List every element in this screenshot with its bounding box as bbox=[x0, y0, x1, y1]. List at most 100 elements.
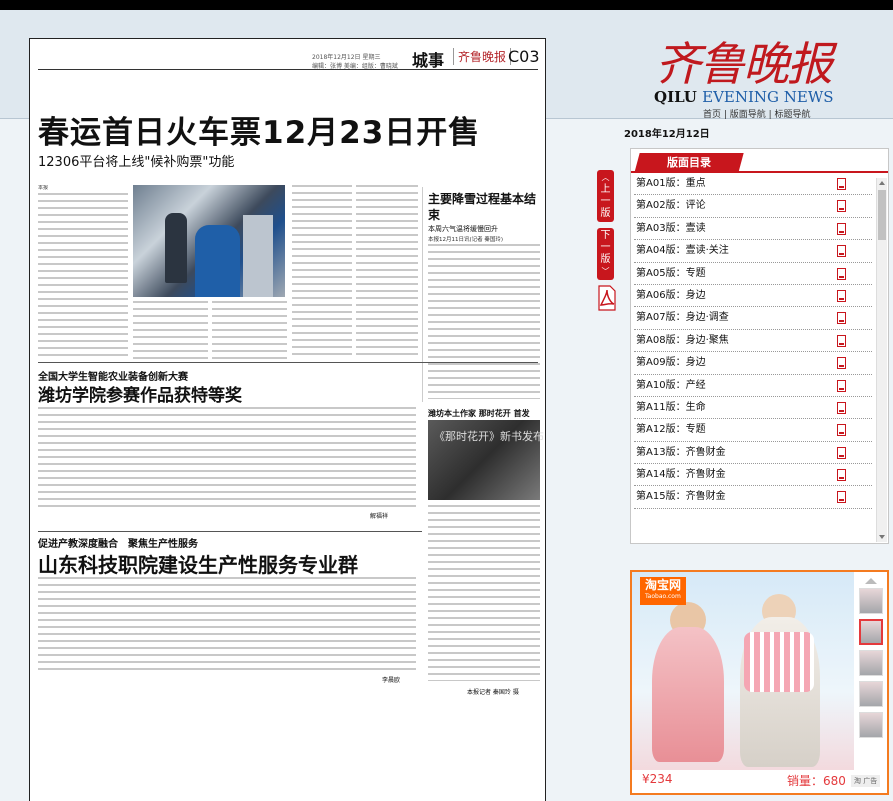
paper-logo-small: 齐鲁晚报 bbox=[453, 48, 512, 65]
story3-body[interactable] bbox=[38, 577, 416, 673]
ad-thumbnail[interactable] bbox=[859, 588, 883, 614]
page-link[interactable]: 第A09版：身边 bbox=[636, 352, 706, 374]
main-headline[interactable]: 春运首日火车票12月23日开售 bbox=[38, 107, 480, 152]
page-number: C03 bbox=[508, 47, 540, 66]
story3-signature: 李晨欧 bbox=[382, 677, 401, 684]
page-link[interactable]: 第A12版：专题 bbox=[636, 419, 706, 441]
section-rule bbox=[38, 531, 422, 532]
pdf-icon[interactable] bbox=[837, 401, 846, 414]
pdf-icon[interactable] bbox=[837, 200, 846, 213]
page-link[interactable]: 第A07版：身边·调查 bbox=[636, 307, 729, 329]
page-list-item[interactable]: 第A10版：产经 bbox=[634, 375, 872, 397]
page-directory: 版面目录 第A01版：重点 第A02版：评论 第A03版：壹读 第A04版：壹读… bbox=[630, 148, 889, 544]
newspaper-page[interactable]: 2018年12月12日 星期三 编辑：张博 美编：组版：曹晓斌 城事 齐鲁晚报 … bbox=[29, 38, 546, 801]
page-list-item[interactable]: 第A15版：齐鲁财金 bbox=[634, 486, 872, 509]
page-list-item[interactable]: 第A14版：齐鲁财金 bbox=[634, 464, 872, 487]
scroll-thumb[interactable] bbox=[878, 190, 886, 240]
page-list-item[interactable]: 第A09版：身边 bbox=[634, 352, 872, 375]
story2-signature: 解福祥 bbox=[370, 513, 389, 520]
ad-thumbnail[interactable] bbox=[859, 650, 883, 676]
story1-body-col1[interactable] bbox=[38, 193, 128, 359]
taobao-ad[interactable]: 淘宝网 Taobao.com ¥234 销量：680 bbox=[630, 570, 889, 795]
page-list-item[interactable]: 第A06版：身边 bbox=[634, 285, 872, 308]
photo-caption: 《那时花开》新书发布 bbox=[434, 430, 544, 443]
pdf-icon[interactable] bbox=[837, 379, 846, 392]
page-list-item[interactable]: 第A08版：身边·聚焦 bbox=[634, 330, 872, 353]
next-page-button[interactable]: 下一版 ﹀ bbox=[597, 228, 614, 280]
page-list-item[interactable]: 第A11版：生命 bbox=[634, 397, 872, 420]
side-story2-title[interactable]: 潍坊本土作家 那时花开 首发 bbox=[428, 408, 543, 419]
page-list-item[interactable]: 第A13版：齐鲁财金 bbox=[634, 442, 872, 465]
browser-top-bar bbox=[0, 0, 893, 10]
pdf-icon[interactable] bbox=[837, 312, 846, 325]
pdf-icon[interactable] bbox=[837, 245, 846, 258]
page-list-item[interactable]: 第A03版：壹读 bbox=[634, 218, 872, 241]
logo-en-evening: EVENING NEWS bbox=[702, 88, 834, 106]
story1-body-col2[interactable] bbox=[133, 301, 208, 359]
scroll-up-arrow-icon[interactable] bbox=[879, 181, 885, 185]
pdf-icon[interactable] bbox=[837, 446, 846, 459]
story2-headline[interactable]: 潍坊学院参赛作品获特等奖 bbox=[38, 381, 242, 406]
pdf-icon[interactable] bbox=[837, 178, 846, 190]
story3-headline[interactable]: 山东科技职院建设生产性服务专业群 bbox=[38, 549, 358, 578]
chevron-down-icon: ﹀ bbox=[601, 267, 610, 276]
ad-model-pink-coat bbox=[652, 627, 724, 762]
page-link[interactable]: 第A02版：评论 bbox=[636, 195, 706, 217]
pdf-icon[interactable] bbox=[837, 424, 846, 437]
prev-page-button[interactable]: ︿ 上一版 bbox=[597, 170, 614, 222]
next-page-label: 下一版 bbox=[600, 230, 611, 265]
page-list-item[interactable]: 第A12版：专题 bbox=[634, 419, 872, 442]
top-nav-links[interactable]: 首页 | 版面导航 | 标题导航 bbox=[703, 107, 811, 120]
story1-body-col5[interactable] bbox=[356, 185, 418, 359]
side-story-body[interactable] bbox=[428, 244, 540, 399]
page-list-item[interactable]: 第A01版：重点 bbox=[634, 173, 872, 196]
side-story-title[interactable]: 主要降雪过程基本结束 bbox=[428, 191, 538, 223]
section-name: 城事 bbox=[412, 51, 445, 70]
side-story-subtitle: 本周六气温将缓慢回升 bbox=[428, 225, 498, 233]
page-list-item[interactable]: 第A02版：评论 bbox=[634, 195, 872, 218]
site-logo-english: QILU EVENING NEWS bbox=[654, 88, 834, 106]
book-launch-photo[interactable]: 《那时花开》新书发布 bbox=[428, 420, 544, 500]
directory-tab[interactable]: 版面目录 bbox=[634, 153, 744, 173]
train-station-photo[interactable] bbox=[133, 185, 285, 297]
page-link[interactable]: 第A10版：产经 bbox=[636, 375, 706, 397]
pdf-icon[interactable] bbox=[837, 357, 846, 370]
ad-thumbnail[interactable] bbox=[859, 681, 883, 707]
page-link[interactable]: 第A14版：齐鲁财金 bbox=[636, 464, 726, 486]
chevron-up-icon[interactable] bbox=[865, 578, 877, 584]
page-link[interactable]: 第A03版：壹读 bbox=[636, 218, 706, 240]
pdf-download-icon[interactable] bbox=[597, 285, 617, 311]
story1-body-col4[interactable] bbox=[292, 185, 352, 359]
ad-thumbnail-strip bbox=[856, 578, 886, 774]
story1-lead: 本报12月11日讯 记者 王琳 bbox=[38, 185, 49, 191]
page-link[interactable]: 第A15版：齐鲁财金 bbox=[636, 486, 726, 508]
page-link[interactable]: 第A13版：齐鲁财金 bbox=[636, 442, 726, 464]
page-link[interactable]: 第A01版：重点 bbox=[636, 173, 706, 195]
column-rule bbox=[422, 187, 423, 402]
ad-thumbnail-selected[interactable] bbox=[859, 619, 883, 645]
page-list-item[interactable]: 第A05版：专题 bbox=[634, 263, 872, 285]
ad-thumbnail[interactable] bbox=[859, 712, 883, 738]
page-link[interactable]: 第A05版：专题 bbox=[636, 263, 706, 285]
page-list-item[interactable]: 第A04版：壹读·关注 bbox=[634, 240, 872, 263]
pdf-icon[interactable] bbox=[837, 469, 846, 482]
sub-headline[interactable]: 12306平台将上线"候补购票"功能 bbox=[38, 151, 234, 170]
pdf-icon[interactable] bbox=[837, 289, 846, 302]
site-logo[interactable]: 齐鲁晚报 bbox=[655, 28, 833, 94]
pdf-icon[interactable] bbox=[837, 334, 846, 347]
ad-sales: 销量：680 bbox=[787, 774, 846, 788]
page-link[interactable]: 第A11版：生命 bbox=[636, 397, 706, 419]
side-story2-body[interactable] bbox=[428, 505, 540, 681]
scroll-down-arrow-icon[interactable] bbox=[879, 535, 885, 539]
pdf-icon[interactable] bbox=[837, 222, 846, 235]
ad-image[interactable]: 淘宝网 Taobao.com bbox=[632, 572, 854, 772]
page-list-item[interactable]: 第A07版：身边·调查 bbox=[634, 307, 872, 330]
page-link[interactable]: 第A08版：身边·聚焦 bbox=[636, 330, 729, 352]
page-link[interactable]: 第A06版：身边 bbox=[636, 285, 706, 307]
pdf-icon[interactable] bbox=[837, 491, 846, 504]
directory-scrollbar[interactable] bbox=[876, 178, 887, 542]
story2-body[interactable] bbox=[38, 407, 416, 509]
page-link[interactable]: 第A04版：壹读·关注 bbox=[636, 240, 729, 262]
story1-body-col3[interactable] bbox=[212, 301, 287, 359]
pdf-icon[interactable] bbox=[837, 267, 846, 280]
